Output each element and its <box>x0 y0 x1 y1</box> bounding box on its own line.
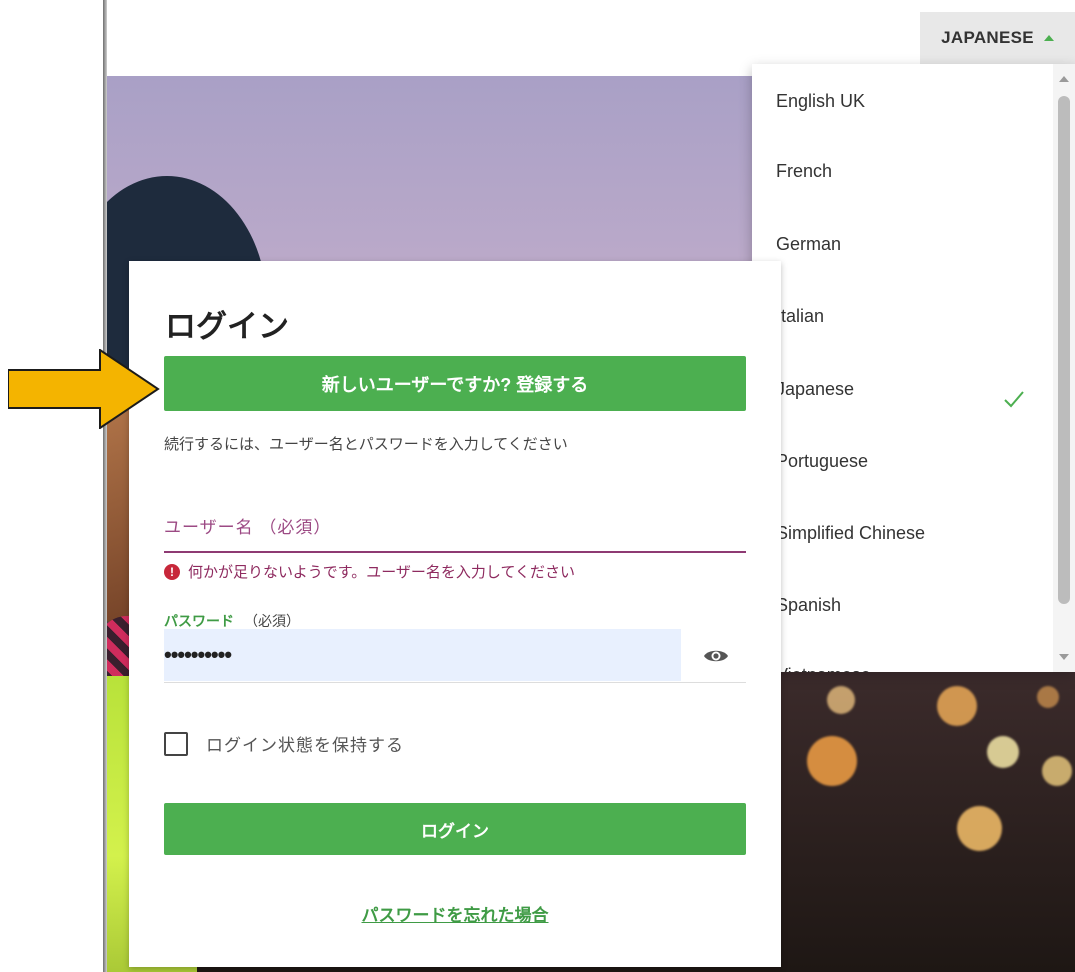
language-select-button[interactable]: JAPANESE <box>920 12 1075 64</box>
bokeh-light <box>987 736 1019 768</box>
username-placeholder: ユーザー名 （必須） <box>164 513 331 538</box>
bokeh-light <box>1037 686 1059 708</box>
login-title: ログイン <box>165 309 289 344</box>
language-option-spanish[interactable]: Spanish <box>776 590 841 620</box>
language-option-italian[interactable]: Italian <box>776 301 824 331</box>
remember-me-row: ログイン状態を保持する <box>164 731 404 756</box>
forgot-password-link[interactable]: パスワードを忘れた場合 <box>129 901 781 926</box>
login-instructions: 続行するには、ユーザー名とパスワードを入力してください <box>164 436 568 453</box>
language-option-portuguese[interactable]: Portuguese <box>776 446 868 476</box>
password-masked-value: •••••••••• <box>164 642 232 667</box>
scroll-up-arrow-icon[interactable] <box>1059 76 1069 82</box>
language-option-simplified-chinese[interactable]: Simplified Chinese <box>776 518 925 548</box>
exclamation-circle-icon: ! <box>164 563 180 580</box>
register-button[interactable]: 新しいユーザーですか? 登録する <box>164 356 746 411</box>
caret-up-icon <box>1043 35 1054 41</box>
scroll-down-arrow-icon[interactable] <box>1059 654 1069 660</box>
language-dropdown-menu: English UK French German Italian Japanes… <box>752 64 1075 672</box>
language-option-french[interactable]: French <box>776 156 832 186</box>
password-label-text: パスワード <box>164 613 234 629</box>
language-option-vietnamese[interactable]: Vietnamese <box>776 660 871 673</box>
bokeh-light <box>937 686 977 726</box>
menu-scrollbar[interactable] <box>1053 64 1075 672</box>
username-error: ! 何かが足りないようです。ユーザー名を入力してください <box>164 561 575 582</box>
language-current-label: JAPANESE <box>941 28 1034 47</box>
username-input[interactable]: ユーザー名 （必須） <box>164 501 746 553</box>
annotation-arrow-icon <box>8 349 160 429</box>
password-required-tag: （必須） <box>244 613 300 629</box>
bokeh-light <box>1042 756 1072 786</box>
remember-me-label[interactable]: ログイン状態を保持する <box>206 731 404 756</box>
password-input[interactable]: •••••••••• <box>164 629 681 681</box>
scrollbar-thumb[interactable] <box>1058 96 1070 604</box>
bokeh-light <box>827 686 855 714</box>
language-option-german[interactable]: German <box>776 229 841 259</box>
username-placeholder-text: ユーザー名 <box>164 518 254 537</box>
password-label: パスワード （必須） <box>164 611 300 631</box>
remember-me-checkbox[interactable] <box>164 731 188 756</box>
bokeh-light <box>807 736 857 786</box>
show-password-button[interactable] <box>701 641 731 671</box>
language-option-japanese[interactable]: Japanese <box>776 374 854 404</box>
username-error-text: 何かが足りないようです。ユーザー名を入力してください <box>188 564 576 581</box>
eye-icon <box>704 650 728 662</box>
login-card: ログイン 新しいユーザーですか? 登録する 続行するには、ユーザー名とパスワード… <box>129 261 781 967</box>
checkmark-icon <box>1004 391 1024 408</box>
password-underline <box>164 682 746 683</box>
login-button[interactable]: ログイン <box>164 803 746 855</box>
username-required-tag: （必須） <box>259 518 332 537</box>
bokeh-light <box>957 806 1002 851</box>
language-option-english-uk[interactable]: English UK <box>776 86 865 116</box>
